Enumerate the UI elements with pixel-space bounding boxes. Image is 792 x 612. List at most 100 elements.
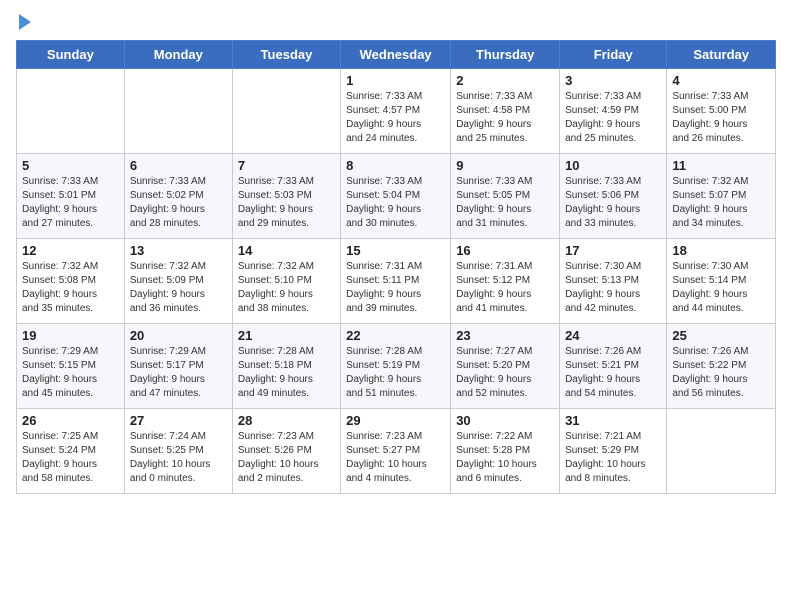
day-info: Sunrise: 7:26 AM Sunset: 5:21 PM Dayligh… [565,345,661,401]
logo-arrow-icon [19,14,31,30]
day-number: 30 [456,413,554,428]
day-info: Sunrise: 7:25 AM Sunset: 5:24 PM Dayligh… [22,430,119,486]
day-number: 21 [238,328,335,343]
day-number: 11 [672,158,770,173]
calendar-cell: 7 Sunrise: 7:33 AM Sunset: 5:03 PM Daylig… [232,154,340,239]
day-number: 26 [22,413,119,428]
day-number: 4 [672,73,770,88]
calendar-cell: 29 Sunrise: 7:23 AM Sunset: 5:27 PM Dayli… [341,409,451,494]
calendar-cell: 11 Sunrise: 7:32 AM Sunset: 5:07 PM Dayli… [667,154,776,239]
day-number: 25 [672,328,770,343]
day-info: Sunrise: 7:22 AM Sunset: 5:28 PM Dayligh… [456,430,554,486]
day-number: 9 [456,158,554,173]
calendar-cell: 26 Sunrise: 7:25 AM Sunset: 5:24 PM Dayli… [17,409,125,494]
day-number: 24 [565,328,661,343]
weekday-header: Tuesday [232,41,340,69]
day-number: 20 [130,328,227,343]
weekday-header: Friday [560,41,667,69]
day-number: 19 [22,328,119,343]
day-info: Sunrise: 7:33 AM Sunset: 5:05 PM Dayligh… [456,175,554,231]
logo [16,16,31,30]
day-info: Sunrise: 7:28 AM Sunset: 5:18 PM Dayligh… [238,345,335,401]
day-info: Sunrise: 7:26 AM Sunset: 5:22 PM Dayligh… [672,345,770,401]
calendar-cell [232,69,340,154]
calendar-cell: 9 Sunrise: 7:33 AM Sunset: 5:05 PM Daylig… [451,154,560,239]
day-info: Sunrise: 7:33 AM Sunset: 5:06 PM Dayligh… [565,175,661,231]
calendar-cell: 22Sunrise: 7:28 AM Sunset: 5:19 PM Dayli… [341,324,451,409]
day-number: 17 [565,243,661,258]
day-info: Sunrise: 7:33 AM Sunset: 4:59 PM Dayligh… [565,90,661,146]
day-number: 13 [130,243,227,258]
calendar-cell: 25 Sunrise: 7:26 AM Sunset: 5:22 PM Dayli… [667,324,776,409]
day-info: Sunrise: 7:32 AM Sunset: 5:08 PM Dayligh… [22,260,119,316]
calendar-week-row: 19 Sunrise: 7:29 AM Sunset: 5:15 PM Dayli… [17,324,776,409]
day-number: 7 [238,158,335,173]
day-number: 10 [565,158,661,173]
calendar-cell: 28 Sunrise: 7:23 AM Sunset: 5:26 PM Dayli… [232,409,340,494]
calendar-week-row: 26 Sunrise: 7:25 AM Sunset: 5:24 PM Dayli… [17,409,776,494]
day-number: 29 [346,413,445,428]
weekday-header: Saturday [667,41,776,69]
calendar-cell: 31Sunrise: 7:21 AM Sunset: 5:29 PM Dayli… [560,409,667,494]
calendar-cell: 20 Sunrise: 7:29 AM Sunset: 5:17 PM Dayli… [124,324,232,409]
day-number: 8 [346,158,445,173]
calendar-cell: 12 Sunrise: 7:32 AM Sunset: 5:08 PM Dayli… [17,239,125,324]
day-info: Sunrise: 7:32 AM Sunset: 5:09 PM Dayligh… [130,260,227,316]
day-number: 16 [456,243,554,258]
calendar-body: 1Sunrise: 7:33 AM Sunset: 4:57 PM Daylig… [17,69,776,494]
calendar-table: SundayMondayTuesdayWednesdayThursdayFrid… [16,40,776,494]
calendar-cell: 15 Sunrise: 7:31 AM Sunset: 5:11 PM Dayli… [341,239,451,324]
calendar-header-row: SundayMondayTuesdayWednesdayThursdayFrid… [17,41,776,69]
calendar-cell: 5Sunrise: 7:33 AM Sunset: 5:01 PM Daylig… [17,154,125,239]
day-info: Sunrise: 7:29 AM Sunset: 5:17 PM Dayligh… [130,345,227,401]
calendar-cell: 4 Sunrise: 7:33 AM Sunset: 5:00 PM Daylig… [667,69,776,154]
day-info: Sunrise: 7:31 AM Sunset: 5:12 PM Dayligh… [456,260,554,316]
calendar-cell [124,69,232,154]
weekday-header: Wednesday [341,41,451,69]
day-number: 12 [22,243,119,258]
day-info: Sunrise: 7:30 AM Sunset: 5:14 PM Dayligh… [672,260,770,316]
day-info: Sunrise: 7:28 AM Sunset: 5:19 PM Dayligh… [346,345,445,401]
day-number: 15 [346,243,445,258]
calendar-cell: 10 Sunrise: 7:33 AM Sunset: 5:06 PM Dayli… [560,154,667,239]
calendar-week-row: 1Sunrise: 7:33 AM Sunset: 4:57 PM Daylig… [17,69,776,154]
day-number: 5 [22,158,119,173]
calendar-cell [667,409,776,494]
weekday-header: Sunday [17,41,125,69]
day-info: Sunrise: 7:33 AM Sunset: 5:04 PM Dayligh… [346,175,445,231]
day-info: Sunrise: 7:31 AM Sunset: 5:11 PM Dayligh… [346,260,445,316]
day-number: 27 [130,413,227,428]
calendar-cell: 24 Sunrise: 7:26 AM Sunset: 5:21 PM Dayli… [560,324,667,409]
calendar-cell: 13 Sunrise: 7:32 AM Sunset: 5:09 PM Dayli… [124,239,232,324]
day-info: Sunrise: 7:23 AM Sunset: 5:26 PM Dayligh… [238,430,335,486]
calendar-week-row: 12 Sunrise: 7:32 AM Sunset: 5:08 PM Dayli… [17,239,776,324]
day-info: Sunrise: 7:24 AM Sunset: 5:25 PM Dayligh… [130,430,227,486]
day-info: Sunrise: 7:33 AM Sunset: 4:57 PM Dayligh… [346,90,445,146]
day-info: Sunrise: 7:29 AM Sunset: 5:15 PM Dayligh… [22,345,119,401]
calendar-cell: 17Sunrise: 7:30 AM Sunset: 5:13 PM Dayli… [560,239,667,324]
calendar-cell: 8 Sunrise: 7:33 AM Sunset: 5:04 PM Daylig… [341,154,451,239]
calendar-cell: 6 Sunrise: 7:33 AM Sunset: 5:02 PM Daylig… [124,154,232,239]
day-number: 2 [456,73,554,88]
day-number: 31 [565,413,661,428]
day-info: Sunrise: 7:33 AM Sunset: 5:03 PM Dayligh… [238,175,335,231]
calendar-cell: 16 Sunrise: 7:31 AM Sunset: 5:12 PM Dayli… [451,239,560,324]
day-number: 3 [565,73,661,88]
day-info: Sunrise: 7:32 AM Sunset: 5:07 PM Dayligh… [672,175,770,231]
day-info: Sunrise: 7:33 AM Sunset: 4:58 PM Dayligh… [456,90,554,146]
day-number: 28 [238,413,335,428]
calendar-cell: 1Sunrise: 7:33 AM Sunset: 4:57 PM Daylig… [341,69,451,154]
calendar-cell: 27 Sunrise: 7:24 AM Sunset: 5:25 PM Dayli… [124,409,232,494]
day-info: Sunrise: 7:33 AM Sunset: 5:00 PM Dayligh… [672,90,770,146]
day-info: Sunrise: 7:23 AM Sunset: 5:27 PM Dayligh… [346,430,445,486]
day-number: 23 [456,328,554,343]
calendar-cell: 21 Sunrise: 7:28 AM Sunset: 5:18 PM Dayli… [232,324,340,409]
calendar-cell: 30 Sunrise: 7:22 AM Sunset: 5:28 PM Dayli… [451,409,560,494]
day-info: Sunrise: 7:33 AM Sunset: 5:02 PM Dayligh… [130,175,227,231]
weekday-header: Monday [124,41,232,69]
calendar-cell: 18Sunrise: 7:30 AM Sunset: 5:14 PM Dayli… [667,239,776,324]
day-number: 6 [130,158,227,173]
day-number: 14 [238,243,335,258]
header [16,16,776,30]
calendar-cell: 19 Sunrise: 7:29 AM Sunset: 5:15 PM Dayli… [17,324,125,409]
